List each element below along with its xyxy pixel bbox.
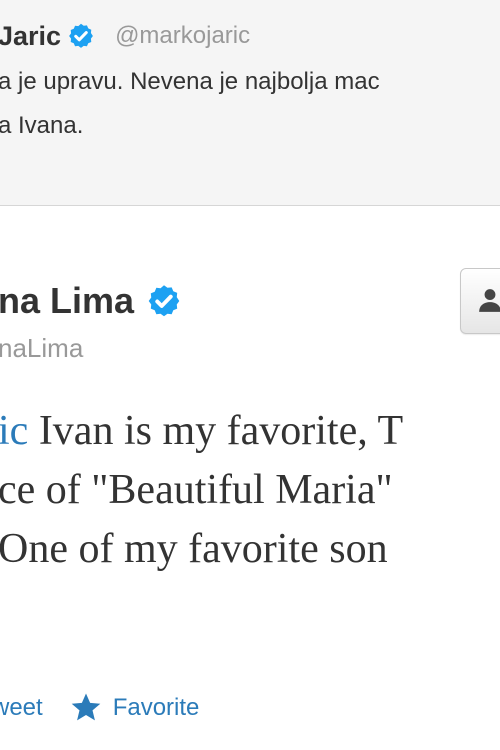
tweet-text-line: ic Ivan is my favorite, T — [0, 402, 403, 461]
mention-link[interactable]: ic — [0, 408, 28, 454]
verified-badge-icon — [67, 22, 95, 50]
tweet-text-segment: Ivan is my favorite, T — [28, 408, 404, 454]
tweet-author-name[interactable]: na Lima — [0, 280, 134, 322]
follow-button[interactable] — [460, 268, 500, 334]
tweet-author-handle[interactable]: naLima — [0, 333, 83, 364]
tweet-text-line: ce of "Beautiful Maria" — [0, 467, 393, 513]
favorite-button[interactable]: Favorite — [69, 691, 200, 725]
parent-author-name[interactable]: Jaric — [0, 21, 61, 52]
tweet-actions: weet Favorite — [0, 688, 199, 728]
user-icon — [479, 289, 500, 312]
verified-badge-icon — [146, 283, 182, 319]
tweet-header: na Lima — [0, 280, 182, 322]
star-icon — [71, 693, 101, 721]
favorite-label: Favorite — [112, 694, 200, 721]
parent-tweet[interactable]: Jaric @markojaric a je upravu. Nevena je… — [0, 0, 500, 206]
tweet-text-line: One of my favorite son — [0, 526, 388, 572]
retweet-button[interactable]: weet — [0, 694, 43, 722]
tweet-text: ic Ivan is my favorite, T ce of "Beautif… — [0, 402, 403, 579]
parent-tweet-text-line: a Ivana. — [0, 112, 84, 139]
parent-tweet-header: Jaric @markojaric — [0, 16, 250, 56]
parent-tweet-text: a je upravu. Nevena je najbolja mac a Iv… — [0, 60, 380, 148]
retweet-label: weet — [0, 694, 43, 721]
parent-author-handle[interactable]: @markojaric — [115, 22, 250, 50]
parent-tweet-text-line: a je upravu. Nevena je najbolja mac — [0, 68, 380, 95]
